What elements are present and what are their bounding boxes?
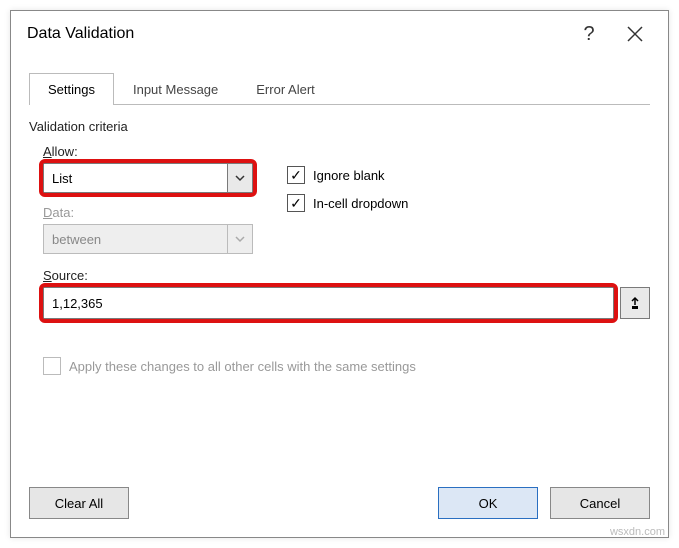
- close-button[interactable]: [612, 17, 658, 51]
- range-selector-button[interactable]: [620, 287, 650, 319]
- apply-changes-label: Apply these changes to all other cells w…: [69, 359, 416, 374]
- chevron-down-icon: [235, 173, 245, 183]
- tab-settings[interactable]: Settings: [29, 73, 114, 105]
- ok-button[interactable]: OK: [438, 487, 538, 519]
- dialog-title: Data Validation: [21, 25, 566, 43]
- chevron-down-icon: [235, 234, 245, 244]
- tab-strip: Settings Input Message Error Alert: [29, 73, 650, 105]
- range-selector-icon: [628, 296, 642, 310]
- validation-criteria-group: Validation criteria Allow: List Data:: [29, 119, 650, 467]
- allow-value: List: [43, 163, 227, 193]
- ignore-blank-label: Ignore blank: [313, 168, 385, 183]
- checkbox-checked-icon: ✓: [287, 166, 305, 184]
- allow-label: Allow:: [43, 144, 253, 159]
- cancel-button[interactable]: Cancel: [550, 487, 650, 519]
- watermark: wsxdn.com: [610, 526, 665, 538]
- clear-all-button[interactable]: Clear All: [29, 487, 129, 519]
- tab-input-message[interactable]: Input Message: [114, 73, 237, 105]
- allow-dropdown-button[interactable]: [227, 163, 253, 193]
- help-button[interactable]: ?: [566, 17, 612, 51]
- titlebar: Data Validation ?: [11, 11, 668, 57]
- data-dropdown-button: [227, 224, 253, 254]
- data-value: between: [43, 224, 227, 254]
- data-validation-dialog: Data Validation ? Settings Input Message…: [10, 10, 669, 538]
- source-input[interactable]: [43, 287, 614, 319]
- checkbox-unchecked-icon: [43, 357, 61, 375]
- dialog-body: Settings Input Message Error Alert Valid…: [11, 57, 668, 477]
- checkbox-checked-icon: ✓: [287, 194, 305, 212]
- close-icon: [627, 26, 643, 42]
- source-label: Source:: [43, 268, 650, 283]
- tab-error-alert[interactable]: Error Alert: [237, 73, 334, 105]
- apply-changes-checkbox: Apply these changes to all other cells w…: [43, 357, 650, 375]
- allow-dropdown[interactable]: List: [43, 163, 253, 193]
- ignore-blank-checkbox[interactable]: ✓ Ignore blank: [287, 166, 408, 184]
- dialog-footer: Clear All OK Cancel: [11, 477, 668, 537]
- data-dropdown: between: [43, 224, 253, 254]
- in-cell-dropdown-checkbox[interactable]: ✓ In-cell dropdown: [287, 194, 408, 212]
- in-cell-dropdown-label: In-cell dropdown: [313, 196, 408, 211]
- data-label: Data:: [43, 205, 253, 220]
- group-label: Validation criteria: [29, 119, 650, 134]
